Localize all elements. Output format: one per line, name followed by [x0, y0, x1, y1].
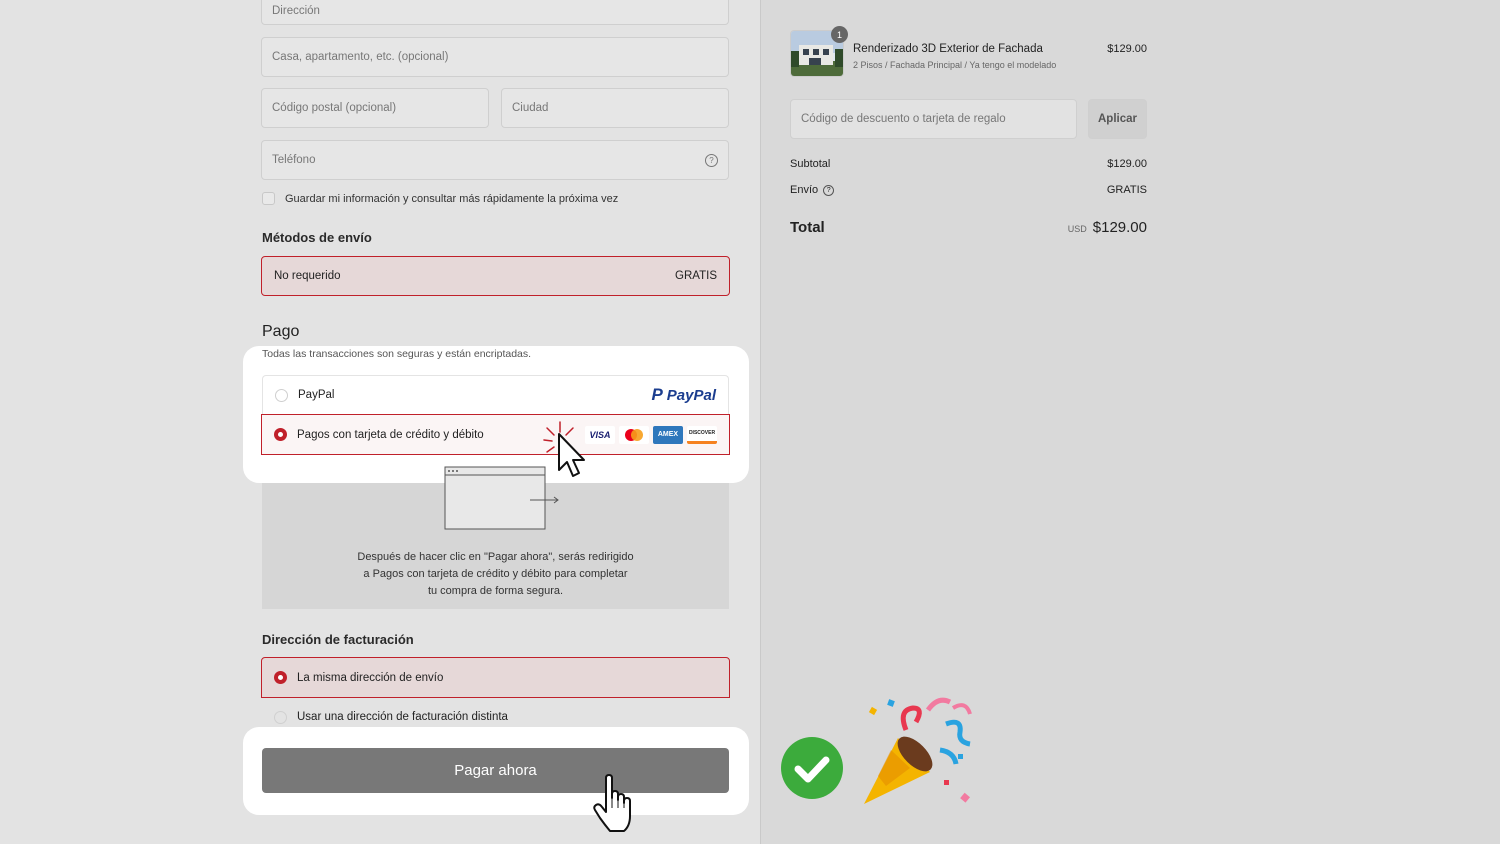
- paypal-radio[interactable]: [275, 388, 288, 402]
- apply-button[interactable]: Aplicar: [1088, 99, 1147, 139]
- paypal-option[interactable]: PayPal P PayPal: [262, 375, 729, 414]
- shipping-option-label: No requerido: [274, 270, 341, 282]
- paypal-logo: P PayPal: [651, 385, 716, 405]
- card-brands: VISA mastercard AMEX DISCOVER: [581, 425, 717, 444]
- shipping-summary-value: GRATIS: [1106, 184, 1147, 196]
- postal-code-input[interactable]: Código postal (opcional): [261, 88, 489, 128]
- subtotal-value: $129.00: [1107, 158, 1147, 170]
- redirect-text-line-1: Después de hacer clic en "Pagar ahora", …: [357, 551, 634, 563]
- redirect-text-line-2: a Pagos con tarjeta de crédito y débito …: [363, 568, 628, 580]
- billing-same-radio[interactable]: [274, 671, 287, 684]
- amex-icon: AMEX: [653, 425, 683, 444]
- shipping-summary-label: Envío: [790, 184, 819, 196]
- paypal-p-icon: P: [651, 385, 663, 404]
- payment-subtitle: Todas las transacciones son seguras y es…: [262, 348, 532, 360]
- address-placeholder: Dirección: [272, 5, 320, 17]
- billing-title: Dirección de facturación: [262, 632, 414, 647]
- item-quantity-badge: 1: [831, 26, 848, 43]
- postal-code-placeholder: Código postal (opcional): [272, 102, 397, 114]
- shipping-summary-row: Envío ?: [790, 184, 835, 196]
- apply-button-label: Aplicar: [1098, 113, 1137, 125]
- item-variant: 2 Pisos / Fachada Principal / Ya tengo e…: [853, 60, 1057, 70]
- save-info-label: Guardar mi información y consultar más r…: [285, 193, 619, 205]
- discover-icon: DISCOVER: [687, 425, 717, 444]
- card-radio[interactable]: [274, 428, 287, 441]
- mastercard-icon: mastercard: [619, 425, 649, 444]
- card-option[interactable]: Pagos con tarjeta de crédito y débito VI…: [261, 414, 730, 455]
- paypal-logo-text: PayPal: [666, 386, 716, 404]
- item-price: $129.00: [1107, 43, 1147, 55]
- party-popper-icon: [864, 697, 972, 804]
- billing-same-option[interactable]: La misma dirección de envío: [261, 657, 730, 698]
- pay-now-button[interactable]: Pagar ahora: [262, 748, 729, 793]
- card-option-label: Pagos con tarjeta de crédito y débito: [297, 428, 484, 441]
- billing-different-label: Usar una dirección de facturación distin…: [297, 711, 508, 723]
- redirect-text-line-3: tu compra de forma segura.: [427, 585, 564, 597]
- redirect-text: Después de hacer clic en "Pagar ahora", …: [262, 549, 729, 600]
- phone-input[interactable]: Teléfono ?: [261, 140, 729, 180]
- help-circle-icon[interactable]: ?: [705, 153, 718, 167]
- browser-redirect-icon: [444, 466, 559, 530]
- city-input[interactable]: Ciudad: [501, 88, 729, 128]
- city-placeholder: Ciudad: [512, 102, 549, 114]
- phone-placeholder: Teléfono: [272, 154, 316, 166]
- hand-pointer-icon: [593, 774, 631, 832]
- shipping-methods-title: Métodos de envío: [262, 230, 372, 245]
- total-row: USD $129.00: [1068, 219, 1147, 236]
- total-label: Total: [790, 219, 825, 236]
- shipping-option-price: GRATIS: [675, 270, 717, 282]
- address-input[interactable]: Dirección: [261, 0, 729, 25]
- shipping-option[interactable]: No requerido GRATIS: [261, 256, 730, 296]
- paypal-label: PayPal: [298, 389, 335, 401]
- apartment-placeholder: Casa, apartamento, etc. (opcional): [272, 51, 449, 63]
- payment-title: Pago: [262, 323, 300, 340]
- success-check-icon: [781, 737, 843, 799]
- discount-code-placeholder: Código de descuento o tarjeta de regalo: [801, 113, 1006, 125]
- total-value: $129.00: [1092, 219, 1147, 236]
- info-circle-icon[interactable]: ?: [823, 184, 835, 196]
- billing-same-label: La misma dirección de envío: [297, 671, 444, 684]
- subtotal-label: Subtotal: [790, 158, 831, 170]
- save-info-checkbox[interactable]: [262, 192, 275, 205]
- currency-code: USD: [1067, 224, 1087, 234]
- discount-code-input[interactable]: Código de descuento o tarjeta de regalo: [790, 99, 1077, 139]
- apartment-input[interactable]: Casa, apartamento, etc. (opcional): [261, 37, 729, 77]
- item-name: Renderizado 3D Exterior de Fachada: [853, 43, 1043, 55]
- billing-different-radio[interactable]: [274, 710, 287, 724]
